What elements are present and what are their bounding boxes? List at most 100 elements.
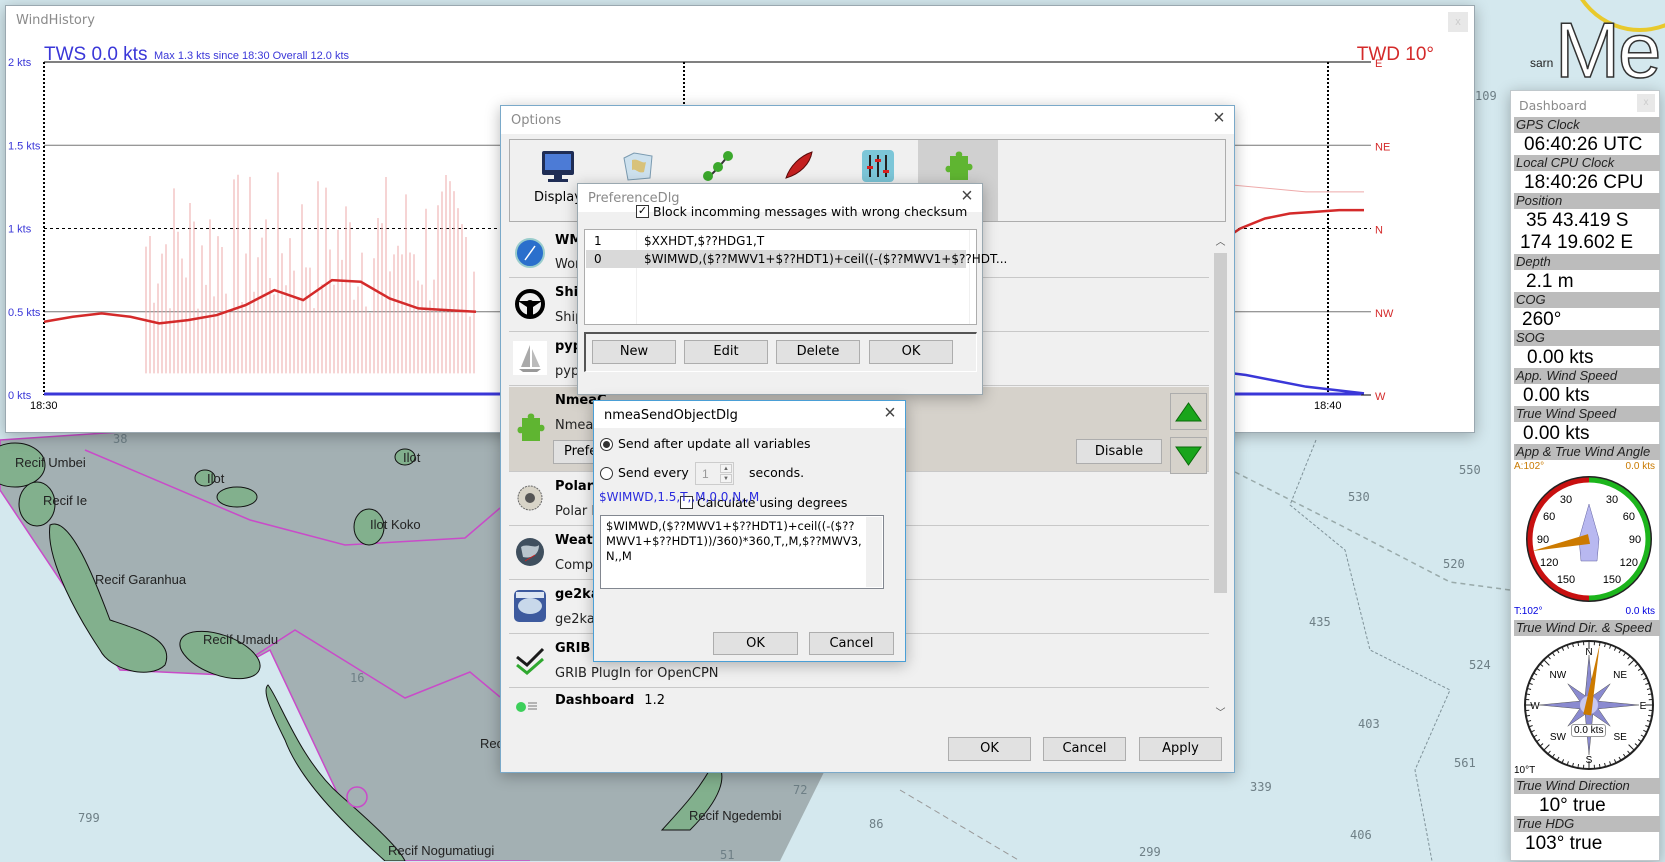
sentence-list[interactable]: 1 $XXHDT,$??HDG1,T 0 $WIMWD,($??MWV1+$??…: [584, 229, 977, 325]
instrument-caption: SOG: [1514, 330, 1660, 346]
compass-cardinal-label: N: [1585, 647, 1592, 658]
y-tick-label: 1 kts: [8, 224, 32, 236]
y-tick-label: 0.5 kts: [8, 307, 41, 319]
depth-sounding: 530: [1348, 490, 1370, 504]
depth-sounding: 299: [1139, 845, 1161, 859]
nmea-send-object-dialog[interactable]: nmeaSendObjectDlg × Send after update al…: [593, 400, 906, 662]
depth-sounding: 561: [1454, 756, 1476, 770]
edit-button[interactable]: Edit: [684, 340, 768, 364]
send-after-update-radio[interactable]: [600, 438, 613, 451]
preference-dialog[interactable]: PreferenceDlg × ✓ Block incomming messag…: [577, 183, 983, 395]
plugin-description: pyp: [555, 364, 579, 379]
instrument-caption: COG: [1514, 292, 1660, 308]
interval-spinner[interactable]: 1 ▲ ▼: [695, 462, 734, 485]
send-every-radio[interactable]: [600, 467, 613, 480]
true-wind-speed: 0.0 kts: [1626, 606, 1655, 617]
depth-sounding: 550: [1459, 463, 1481, 477]
y-tick-label: 1.5 kts: [8, 140, 41, 152]
sentence-text: $XXHDT,$??HDG1,T: [644, 234, 764, 248]
compass-cardinal-label: W: [1530, 701, 1540, 712]
dashboard-panel[interactable]: Dashboard x GPS Clock 06:40:26 UTC Local…: [1510, 90, 1660, 861]
formula-textarea[interactable]: $WIMWD,($??MWV1+$??HDT1)+ceil((-($??MWV1…: [600, 515, 884, 589]
sentence-row-selected[interactable]: 0 $WIMWD,($??MWV1+$??HDT1)+ceil((-($??MW…: [586, 250, 966, 268]
arrow-down-icon: [1171, 438, 1206, 473]
plugin-list-scrollbar[interactable]: ︿ ﹀: [1212, 233, 1229, 721]
spin-up-icon[interactable]: ▲: [720, 464, 732, 473]
true-wind-angle: T:102°: [1514, 606, 1542, 617]
wind-angle-gauge: 303060609090120120150150: [1521, 471, 1657, 607]
cancel-button[interactable]: Cancel: [809, 632, 894, 655]
move-up-button[interactable]: [1170, 393, 1207, 430]
block-checksum-checkbox[interactable]: ✓: [636, 205, 649, 218]
scroll-up-icon[interactable]: ︿: [1212, 233, 1229, 250]
compass-direction-label: 10°T: [1514, 765, 1535, 776]
map-label: sarn: [1530, 56, 1553, 70]
ok-button[interactable]: OK: [948, 737, 1031, 761]
gauge-tick-label: 90: [1537, 534, 1549, 546]
direction-smoothed-line: [44, 280, 476, 323]
gauge-tick-label: 150: [1557, 574, 1575, 586]
x-tick-label: 18:40: [1314, 400, 1342, 412]
depth-sounding: 339: [1250, 780, 1272, 794]
wmm-compass-icon: [513, 236, 547, 270]
depth-sounding: 403: [1358, 717, 1380, 731]
ok-button[interactable]: OK: [713, 632, 798, 655]
wind-direction-compass: NNEESESSWWNW: [1519, 637, 1659, 777]
y-right-tick-label: W: [1375, 391, 1386, 403]
y-right-tick-label: N: [1375, 225, 1383, 237]
seconds-label: seconds.: [749, 465, 804, 480]
send-every-label: Send every: [618, 465, 689, 480]
window-title: WindHistory: [16, 13, 95, 28]
compass-cardinal-label: E: [1640, 701, 1647, 712]
close-button[interactable]: x: [1448, 12, 1468, 32]
compass-cardinal-label: SE: [1613, 732, 1627, 743]
instrument-caption: Local CPU Clock: [1514, 155, 1660, 171]
spin-down-icon[interactable]: ▼: [720, 474, 732, 483]
puzzle-icon: [513, 410, 547, 444]
sentence-row[interactable]: 1 $XXHDT,$??HDG1,T: [586, 232, 966, 250]
compass-tick: [1599, 764, 1600, 768]
new-button[interactable]: New: [592, 340, 676, 364]
compass-tick: [1526, 694, 1530, 695]
depth-sounding: 435: [1309, 615, 1331, 629]
instrument-caption: App & True Wind Angle: [1514, 444, 1660, 460]
textarea-scrollbar[interactable]: [866, 517, 882, 587]
charts-icon: [620, 148, 656, 184]
ships-icon: [780, 148, 816, 184]
y-right-tick-label: NE: [1375, 141, 1390, 153]
compass-tick: [1578, 642, 1579, 646]
close-icon[interactable]: ×: [1210, 110, 1228, 128]
instrument-value: 0.00 kts: [1514, 385, 1660, 406]
close-icon[interactable]: ×: [881, 405, 899, 423]
close-button[interactable]: x: [1637, 94, 1655, 112]
plugin-item[interactable]: Dashboard1.2: [509, 689, 1209, 723]
instrument-value: 174 19.602 E: [1514, 232, 1660, 253]
sailboat-icon: [513, 341, 547, 375]
compass-tick: [1578, 764, 1579, 768]
ok-button[interactable]: OK: [869, 340, 953, 364]
map-label: Ilot: [403, 450, 420, 465]
gauge-tick-label: 30: [1606, 494, 1618, 506]
sentence-id: 1: [594, 234, 602, 248]
globe-icon: [513, 535, 547, 569]
instrument-caption: Position: [1514, 193, 1660, 209]
block-checksum-label: Block incomming messages with wrong chec…: [653, 204, 967, 219]
cancel-button[interactable]: Cancel: [1043, 737, 1126, 761]
instrument-caption: True HDG: [1514, 816, 1660, 832]
map-label: Recif Umadu: [203, 632, 278, 647]
send-after-update-label: Send after update all variables: [618, 436, 811, 451]
window-title: Dashboard: [1519, 98, 1587, 113]
title-bar: [501, 106, 1234, 134]
dashboard-icon: [513, 693, 547, 723]
compass-tick: [1648, 715, 1652, 716]
map-label: Ilot Koko: [370, 517, 421, 532]
delete-button[interactable]: Delete: [776, 340, 860, 364]
scroll-thumb[interactable]: [1214, 253, 1227, 593]
plugins-icon: [940, 148, 976, 184]
disable-button[interactable]: Disable: [1076, 439, 1162, 464]
plugin-name: Dashboard1.2: [555, 693, 665, 708]
scroll-down-icon[interactable]: ﹀: [1212, 704, 1229, 721]
move-down-button[interactable]: [1170, 437, 1207, 474]
compass-tick: [1526, 715, 1530, 716]
apply-button[interactable]: Apply: [1139, 737, 1222, 761]
